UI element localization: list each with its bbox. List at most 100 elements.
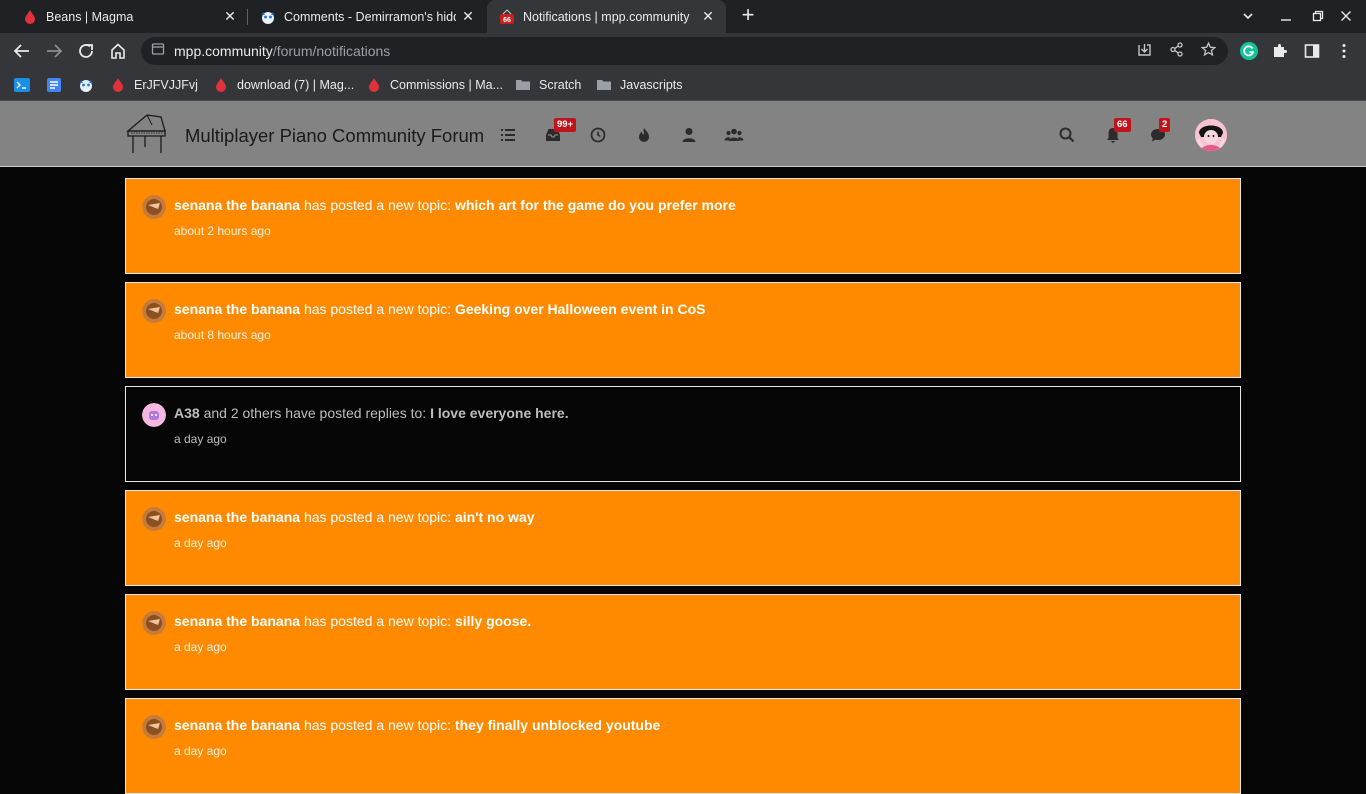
browser-toolbar: mpp.community/forum/notifications xyxy=(0,33,1366,69)
bookmark-label: ErJFVJJFvj xyxy=(134,78,198,92)
user-avatar-image xyxy=(142,299,166,323)
bookmark-download[interactable]: download (7) | Mag... xyxy=(213,76,354,94)
notification-user[interactable]: senana the banana xyxy=(174,509,300,525)
tab-search-icon[interactable] xyxy=(1237,6,1259,26)
tab-beans-magma[interactable]: Beans | Magma ✕ xyxy=(8,0,248,33)
back-button[interactable] xyxy=(10,39,34,63)
bookmark-label: Scratch xyxy=(539,78,582,92)
notification-topic[interactable]: silly goose. xyxy=(455,613,531,629)
bookmark-app[interactable] xyxy=(14,76,38,94)
close-icon[interactable]: ✕ xyxy=(460,8,476,24)
bookmark-paw[interactable] xyxy=(78,76,102,94)
notification-time: a day ago xyxy=(174,432,227,446)
chats-badge: 2 xyxy=(1159,118,1171,132)
share-icon[interactable] xyxy=(1167,42,1185,60)
bookmark-star-icon[interactable] xyxy=(1199,41,1217,60)
tab-comments[interactable]: Comments - Demirramon's hidden ✕ xyxy=(248,0,486,33)
popular-fire-icon[interactable] xyxy=(634,125,654,145)
notification-user[interactable]: senana the banana xyxy=(174,197,300,213)
groups-icon[interactable] xyxy=(724,125,744,145)
recent-clock-icon[interactable] xyxy=(588,125,608,145)
notification-text: senana the banana has posted a new topic… xyxy=(174,301,705,317)
notification-topic[interactable]: which art for the game do you prefer mor… xyxy=(455,197,736,213)
search-icon[interactable] xyxy=(1057,125,1077,145)
notification-action: has posted a new topic: xyxy=(303,301,452,317)
notification-user[interactable]: senana the banana xyxy=(174,301,300,317)
minimize-button[interactable] xyxy=(1275,6,1297,26)
close-window-button[interactable] xyxy=(1335,6,1357,26)
users-person-icon[interactable] xyxy=(679,125,699,145)
site-info-icon[interactable] xyxy=(149,42,167,60)
tab-title: Notifications | mpp.community xyxy=(523,9,690,24)
notification-topic[interactable]: I love everyone here. xyxy=(430,405,569,421)
magma-icon xyxy=(25,9,35,24)
categories-list-icon[interactable] xyxy=(498,125,518,145)
folder-icon xyxy=(597,80,611,90)
notification-item[interactable]: senana the banana has posted a new topic… xyxy=(125,282,1241,378)
menu-kebab-icon[interactable] xyxy=(1332,39,1356,63)
tab-notifications[interactable]: 66 Notifications | mpp.community ✕ xyxy=(487,0,726,33)
notification-action: has posted a new topic: xyxy=(303,613,452,629)
user-avatar-image xyxy=(142,507,166,531)
notification-user[interactable]: senana the banana xyxy=(174,717,300,733)
notification-text: senana the banana has posted a new topic… xyxy=(174,613,531,629)
new-tab-button[interactable]: + xyxy=(737,4,759,27)
bookmark-docs[interactable] xyxy=(46,76,70,94)
reload-button[interactable] xyxy=(74,39,98,63)
forward-button[interactable] xyxy=(42,39,66,63)
notification-item[interactable]: senana the banana has posted a new topic… xyxy=(125,490,1241,586)
home-button[interactable] xyxy=(106,39,130,63)
piano-logo-icon[interactable] xyxy=(125,109,171,155)
notification-action: has posted a new topic: xyxy=(303,509,452,525)
notification-topic[interactable]: ain't no way xyxy=(455,509,535,525)
notification-action: has posted a new topic: xyxy=(303,197,452,213)
install-icon[interactable] xyxy=(1135,42,1153,60)
user-avatar-image xyxy=(142,403,166,427)
notification-text: senana the banana has posted a new topic… xyxy=(174,717,660,733)
notification-topic[interactable]: they finally unblocked youtube xyxy=(455,717,660,733)
extensions-icon[interactable] xyxy=(1268,39,1292,63)
notification-time: about 8 hours ago xyxy=(174,328,271,342)
notification-text: senana the banana has posted a new topic… xyxy=(174,509,535,525)
notification-item[interactable]: senana the banana has posted a new topic… xyxy=(125,594,1241,690)
notification-item[interactable]: senana the banana has posted a new topic… xyxy=(125,178,1241,274)
notification-topic[interactable]: Geeking over Halloween event in CoS xyxy=(455,301,706,317)
close-icon[interactable]: ✕ xyxy=(222,8,238,24)
user-avatar-image xyxy=(142,715,166,739)
bookmark-commissions[interactable]: Commissions | Ma... xyxy=(366,76,503,94)
notification-user[interactable]: senana the banana xyxy=(174,613,300,629)
close-icon[interactable]: ✕ xyxy=(700,8,716,24)
paw-icon xyxy=(80,80,92,92)
app-icon xyxy=(14,78,30,92)
notification-time: about 2 hours ago xyxy=(174,224,271,238)
address-bar[interactable]: mpp.community/forum/notifications xyxy=(141,37,1228,65)
tab-badge: 66 xyxy=(503,17,511,24)
paw-icon xyxy=(262,11,274,24)
magma-icon xyxy=(369,78,379,92)
notification-text: senana the banana has posted a new topic… xyxy=(174,197,736,213)
bookmark-label: Javascripts xyxy=(620,78,683,92)
notification-time: a day ago xyxy=(174,536,227,550)
restore-button[interactable] xyxy=(1307,6,1329,26)
bookmark-folder-javascripts[interactable]: Javascripts xyxy=(596,76,683,94)
magma-icon xyxy=(113,78,123,92)
url-path: /forum/notifications xyxy=(272,43,391,59)
notification-item[interactable]: A38 and 2 others have posted replies to:… xyxy=(125,386,1241,482)
notifications-badge: 66 xyxy=(1114,118,1131,132)
grammarly-icon[interactable] xyxy=(1237,39,1261,63)
docs-icon xyxy=(47,78,61,92)
bookmark-label: Commissions | Ma... xyxy=(390,78,503,92)
bookmarks-bar: ErJFVJJFvj download (7) | Mag... Commiss… xyxy=(0,69,1366,101)
side-panel-icon[interactable] xyxy=(1300,39,1324,63)
url-host: mpp.community xyxy=(174,43,273,59)
user-avatar[interactable] xyxy=(1195,119,1227,151)
notification-user[interactable]: A38 xyxy=(174,405,200,421)
notification-action: has posted a new topic: xyxy=(303,717,452,733)
bookmark-folder-scratch[interactable]: Scratch xyxy=(515,76,581,94)
notification-item[interactable]: senana the banana has posted a new topic… xyxy=(125,698,1241,794)
bookmark-erjfvjjfvj[interactable]: ErJFVJJFvj xyxy=(110,76,198,94)
forum-title[interactable]: Multiplayer Piano Community Forum xyxy=(185,125,484,147)
browser-tab-strip: Beans | Magma ✕ Comments - Demirramon's … xyxy=(0,0,1366,33)
inbox-badge: 99+ xyxy=(554,118,577,132)
notification-time: a day ago xyxy=(174,744,227,758)
